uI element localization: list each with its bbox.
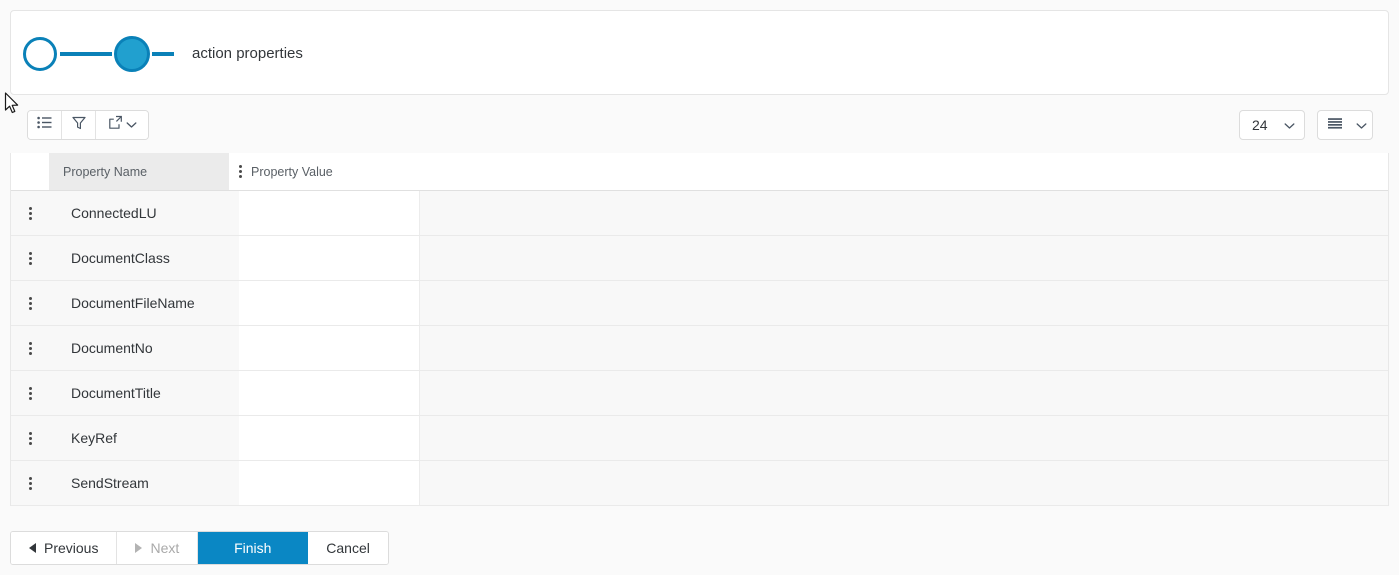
filter-button[interactable] <box>62 111 96 139</box>
row-filler <box>420 461 1388 505</box>
column-header-property-value[interactable]: Property Value <box>251 153 1388 190</box>
row-menu-button[interactable] <box>11 416 49 460</box>
cancel-button[interactable]: Cancel <box>308 532 388 564</box>
previous-button[interactable]: Previous <box>11 532 118 564</box>
wizard-step-2[interactable] <box>114 35 174 72</box>
row-filler <box>420 371 1388 415</box>
bulleted-list-icon <box>37 116 52 134</box>
cell-property-value-input[interactable] <box>239 281 420 325</box>
chevron-down-icon <box>1356 117 1367 133</box>
cell-property-name: SendStream <box>71 475 149 491</box>
kebab-menu-icon <box>28 476 32 490</box>
cell-property-name: DocumentFileName <box>71 295 195 311</box>
rows-density-icon <box>1327 117 1343 134</box>
row-menu-button[interactable] <box>11 191 49 235</box>
next-button: Next <box>117 532 199 564</box>
wizard-step-list: action properties <box>23 11 303 96</box>
cell-property-name: DocumentNo <box>71 340 153 356</box>
triangle-left-icon <box>29 543 36 553</box>
triangle-right-icon <box>135 543 143 553</box>
wizard-step-1[interactable] <box>23 36 84 71</box>
column-menu-button[interactable] <box>229 153 251 190</box>
previous-button-label: Previous <box>44 540 99 556</box>
table-row[interactable]: DocumentTitle <box>11 371 1388 416</box>
wizard-step-header: action properties <box>10 10 1389 95</box>
row-menu-button[interactable] <box>11 281 49 325</box>
row-filler <box>420 326 1388 370</box>
properties-table: Property Name Property Value ConnectedLU… <box>10 153 1389 506</box>
cell-property-value-input[interactable] <box>239 326 420 370</box>
cell-property-name: DocumentTitle <box>71 385 161 401</box>
table-toolbar: 24 <box>10 96 1389 153</box>
density-select[interactable] <box>1317 110 1373 140</box>
step-circle-active[interactable] <box>114 35 150 72</box>
toolbar-button-group <box>27 110 149 140</box>
cell-property-name: DocumentClass <box>71 250 170 266</box>
page-size-select[interactable]: 24 <box>1239 110 1305 140</box>
kebab-menu-icon <box>238 165 242 178</box>
finish-button-label: Finish <box>234 540 272 556</box>
row-filler <box>420 281 1388 325</box>
wizard-dialog: action properties 24 Property Name Prope… <box>0 0 1399 575</box>
wizard-step-label: action properties <box>192 45 303 62</box>
table-row[interactable]: DocumentNo <box>11 326 1388 371</box>
table-row[interactable]: KeyRef <box>11 416 1388 461</box>
cell-property-value-input[interactable] <box>239 461 420 505</box>
finish-button[interactable]: Finish <box>198 532 309 564</box>
table-body: ConnectedLU DocumentClass DocumentFileName… <box>11 191 1388 506</box>
header-gutter <box>11 153 49 190</box>
wizard-footer-buttons: Previous Next Finish Cancel <box>10 531 389 565</box>
step-circle-pending[interactable] <box>23 36 57 71</box>
kebab-menu-icon <box>28 206 32 220</box>
kebab-menu-icon <box>28 341 32 355</box>
cell-property-value-input[interactable] <box>239 236 420 280</box>
cell-property-name: ConnectedLU <box>71 205 157 221</box>
filter-funnel-icon <box>71 115 87 136</box>
kebab-menu-icon <box>28 431 32 445</box>
kebab-menu-icon <box>28 251 32 265</box>
table-row[interactable]: DocumentClass <box>11 236 1388 281</box>
step-connector-line <box>84 51 112 56</box>
cell-property-value-input[interactable] <box>239 191 420 235</box>
kebab-menu-icon <box>28 296 32 310</box>
step-connector-line <box>152 51 174 56</box>
table-header-row: Property Name Property Value <box>11 153 1388 191</box>
page-size-value: 24 <box>1252 117 1268 133</box>
table-row[interactable]: ConnectedLU <box>11 191 1388 236</box>
cell-property-name: KeyRef <box>71 430 117 446</box>
row-menu-button[interactable] <box>11 461 49 505</box>
export-button[interactable] <box>96 111 148 139</box>
cell-property-value-input[interactable] <box>239 416 420 460</box>
table-row[interactable]: SendStream <box>11 461 1388 506</box>
toolbar-right-controls: 24 <box>1239 110 1373 140</box>
list-view-button[interactable] <box>28 111 62 139</box>
row-menu-button[interactable] <box>11 236 49 280</box>
row-filler <box>420 416 1388 460</box>
row-menu-button[interactable] <box>11 326 49 370</box>
row-filler <box>420 236 1388 280</box>
table-row[interactable]: DocumentFileName <box>11 281 1388 326</box>
kebab-menu-icon <box>28 386 32 400</box>
next-button-label: Next <box>150 540 180 556</box>
chevron-down-icon <box>126 116 137 134</box>
chevron-down-icon <box>1284 117 1295 133</box>
cell-property-value-input[interactable] <box>239 371 420 415</box>
row-filler <box>420 191 1388 235</box>
column-header-property-name[interactable]: Property Name <box>49 153 229 190</box>
cancel-button-label: Cancel <box>326 540 370 556</box>
row-menu-button[interactable] <box>11 371 49 415</box>
step-connector-line <box>60 51 84 56</box>
export-icon <box>108 115 123 135</box>
